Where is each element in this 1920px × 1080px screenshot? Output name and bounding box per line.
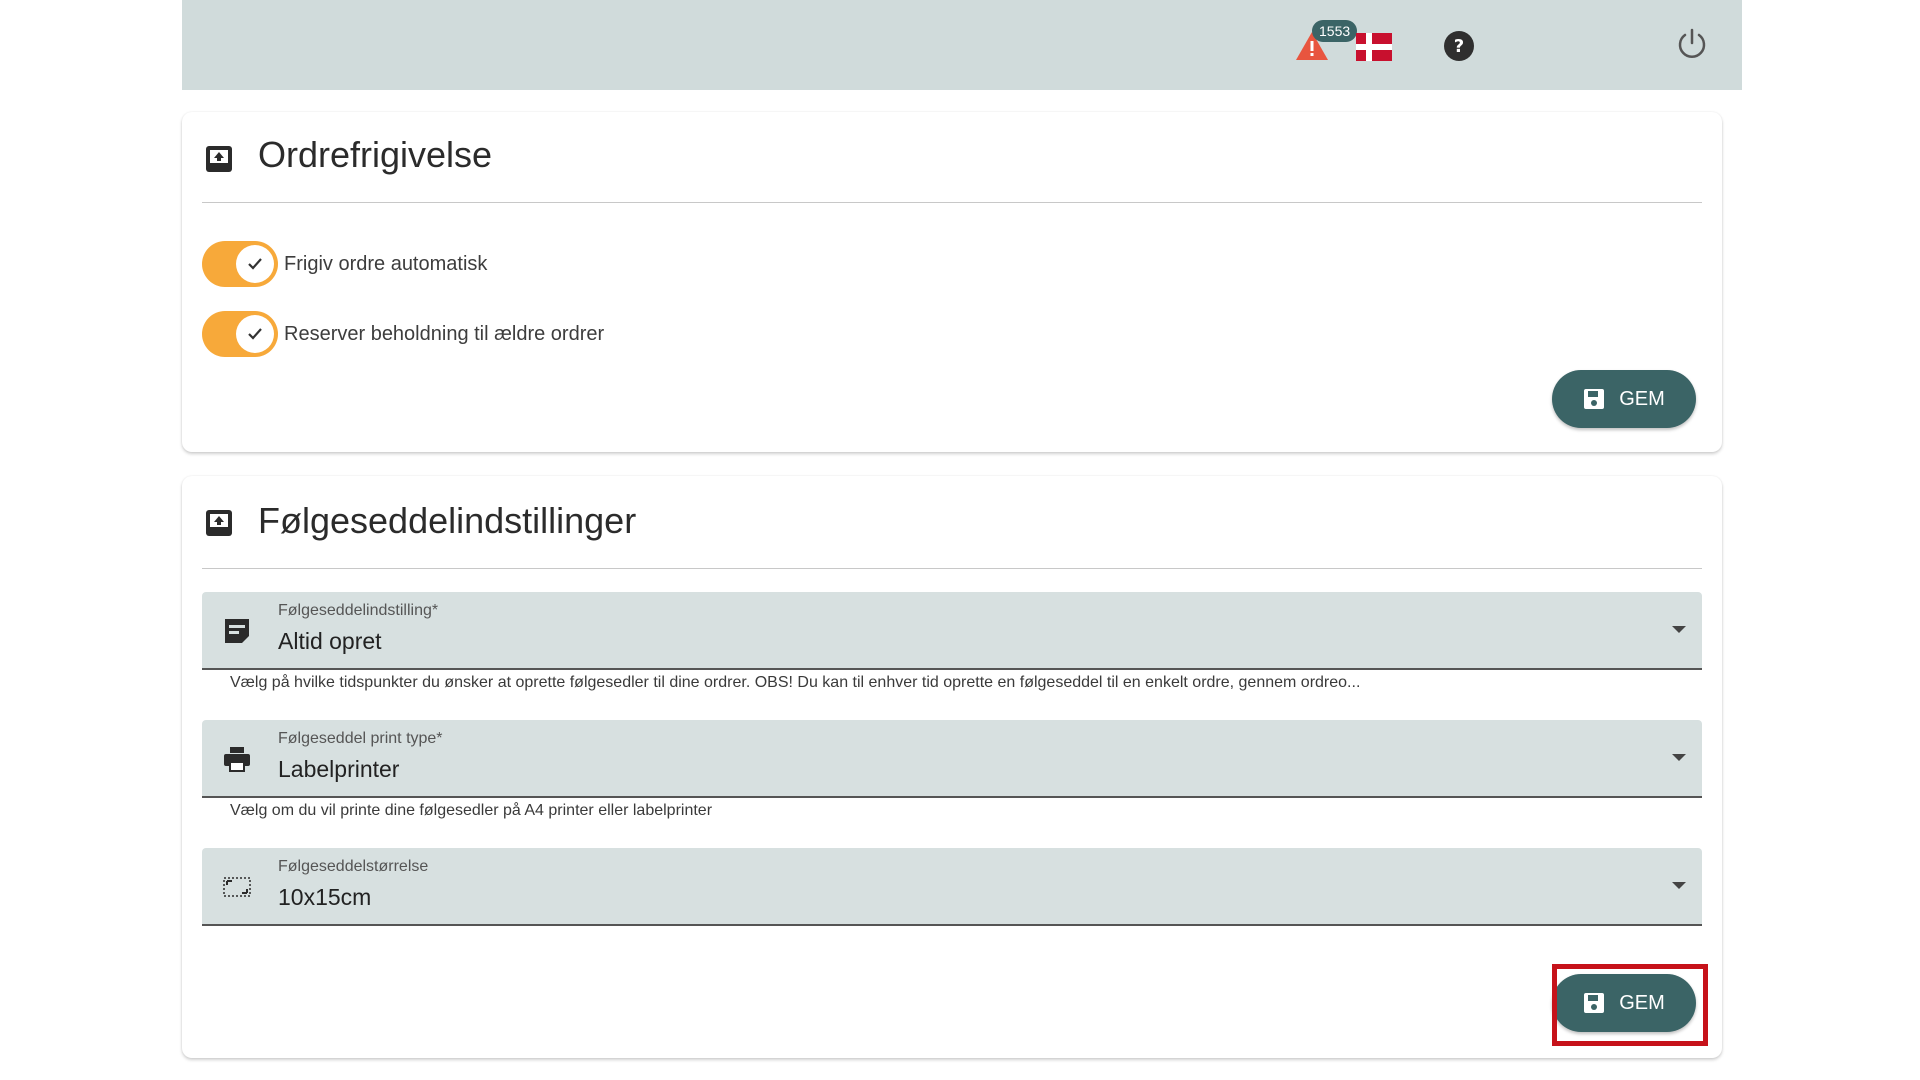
save-icon bbox=[1584, 389, 1605, 409]
toggle-label: Reserver beholdning til ældre ordrer bbox=[284, 322, 605, 345]
toggle-knob bbox=[236, 315, 274, 353]
top-bar: 1553 ? bbox=[182, 0, 1742, 90]
check-icon bbox=[248, 258, 262, 270]
printer-icon bbox=[224, 747, 250, 772]
chevron-down-icon[interactable] bbox=[1672, 882, 1686, 889]
aspect-ratio-icon bbox=[223, 877, 251, 897]
field-hint: Vælg på hvilke tidspunkter du ønsker at … bbox=[230, 674, 1361, 691]
divider bbox=[202, 568, 1702, 569]
save-button[interactable]: GEM bbox=[1552, 370, 1696, 428]
print-type-select[interactable]: Følgeseddel print type* Labelprinter bbox=[202, 720, 1702, 798]
upload-box-icon bbox=[206, 146, 232, 172]
highlight-box bbox=[1552, 964, 1708, 1046]
chevron-down-icon[interactable] bbox=[1672, 754, 1686, 761]
packing-slip-card: Følgeseddelindstillinger Følgeseddelinds… bbox=[182, 476, 1722, 1058]
note-icon bbox=[225, 619, 249, 643]
field-value: 10x15cm bbox=[278, 884, 372, 910]
notification-badge[interactable]: 1553 bbox=[1312, 20, 1358, 42]
toggle-row-auto-release: Frigiv ordre automatisk bbox=[202, 240, 487, 288]
check-icon bbox=[248, 328, 262, 340]
field-label: Følgeseddelindstilling* bbox=[278, 602, 439, 619]
save-button-label: GEM bbox=[1619, 387, 1665, 410]
chevron-down-icon[interactable] bbox=[1672, 626, 1686, 633]
field-value: Labelprinter bbox=[278, 756, 400, 782]
field-label: Følgeseddelstørrelse bbox=[278, 858, 429, 875]
card-title: Følgeseddelindstillinger bbox=[258, 500, 637, 541]
toggle-knob bbox=[236, 245, 274, 283]
power-icon[interactable] bbox=[1675, 27, 1709, 61]
auto-release-toggle[interactable] bbox=[202, 241, 278, 287]
packing-slip-setting-select[interactable]: Følgeseddelindstilling* Altid opret bbox=[202, 592, 1702, 670]
field-value: Altid opret bbox=[278, 628, 382, 654]
toggle-label: Frigiv ordre automatisk bbox=[284, 252, 488, 275]
svg-text:?: ? bbox=[1454, 36, 1464, 57]
field-label: Følgeseddel print type* bbox=[278, 730, 443, 747]
reserve-stock-toggle[interactable] bbox=[202, 311, 278, 357]
danish-flag-icon[interactable] bbox=[1356, 33, 1392, 61]
field-hint: Vælg om du vil printe dine følgesedler p… bbox=[230, 802, 713, 819]
packing-slip-size-select[interactable]: Følgeseddelstørrelse 10x15cm bbox=[202, 848, 1702, 926]
help-icon[interactable]: ? bbox=[1443, 30, 1475, 62]
order-release-card: Ordrefrigivelse Frigiv ordre automatisk … bbox=[182, 112, 1722, 452]
divider bbox=[202, 202, 1702, 203]
card-title: Ordrefrigivelse bbox=[258, 134, 493, 175]
upload-box-icon bbox=[206, 510, 232, 536]
toggle-row-reserve-stock: Reserver beholdning til ældre ordrer bbox=[202, 310, 604, 358]
